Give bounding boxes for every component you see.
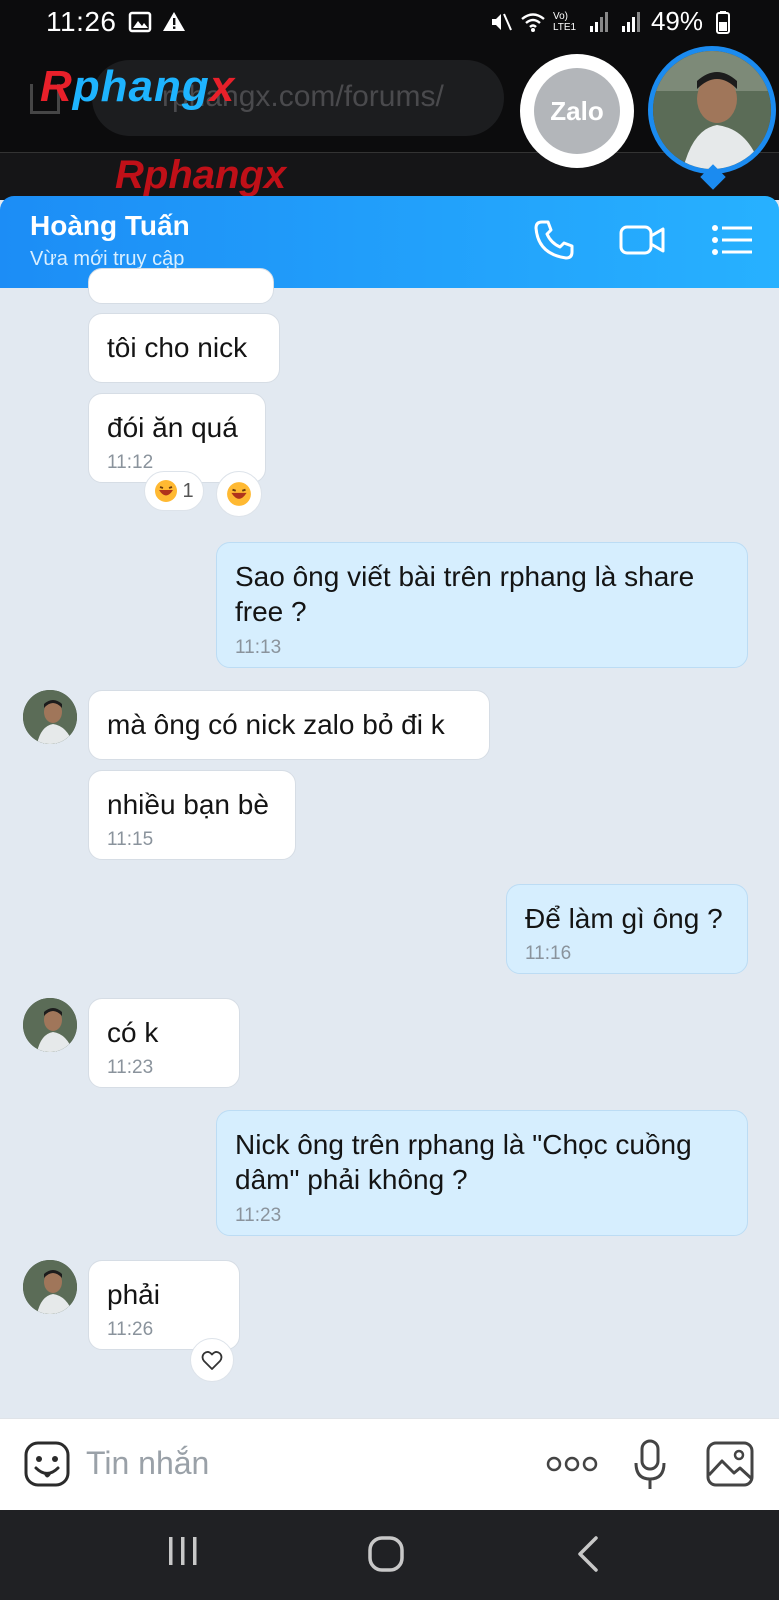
volte-label: Vo) LTE1 [552,10,577,33]
laugh-emoji-icon [155,480,178,502]
laugh-emoji-icon [227,482,251,506]
gallery-notification-icon [128,11,152,33]
reaction-summary[interactable]: 1 [144,471,204,511]
zalo-bubble-head[interactable]: Zalo [520,54,634,168]
message-text: phải [107,1279,160,1310]
message-text: đói ăn quá [107,412,238,443]
message-time: 11:16 [525,943,572,964]
system-navigation-bar [0,1510,779,1600]
contact-avatar[interactable] [23,1260,77,1314]
message-time: 11:23 [235,1205,282,1226]
contact-avatar[interactable] [23,690,77,744]
site-logo-secondary: Rphangx [115,153,287,197]
react-heart-button[interactable] [190,1338,234,1382]
battery-icon [716,10,730,34]
recent-apps-icon[interactable] [166,1534,200,1568]
message-bubble-outgoing[interactable]: Nick ông trên rphang là "Chọc cuồng dâm"… [216,1110,748,1236]
message-text: tôi cho nick [107,332,248,363]
message-bubble-partial[interactable] [88,268,274,304]
contact-bubble-head[interactable] [648,46,776,174]
status-right: Vo) LTE1 49% [489,6,735,37]
message-time: 11:15 [107,829,154,850]
message-text: có k [107,1017,159,1048]
more-options-icon[interactable] [546,1453,598,1475]
message-bubble-incoming[interactable]: nhiều bạn bè 11:15 [88,770,296,860]
message-text-line1: Nick ông trên rphang là "Chọc cuồng [235,1129,692,1160]
status-bar: 11:26 Vo) LTE1 49% [0,0,779,48]
message-bubble-incoming[interactable]: đói ăn quá 11:12 [88,393,266,483]
message-time: 11:13 [235,637,282,658]
heart-icon [201,1351,223,1370]
message-text: nhiều bạn bè [107,789,269,820]
message-bubble-incoming[interactable]: có k 11:23 [88,998,240,1088]
message-bubble-outgoing[interactable]: Sao ông viết bài trên rphang là share fr… [216,542,748,668]
avatar-photo [23,998,77,1052]
message-input[interactable]: Tin nhắn [86,1445,209,1482]
wifi-icon [521,12,545,32]
message-input-bar: Tin nhắn [0,1418,779,1510]
battery-percent: 49% [650,6,703,36]
message-time: 11:26 [107,1319,154,1340]
message-bubble-incoming[interactable]: tôi cho nick [88,313,280,383]
warning-notification-icon [163,12,185,31]
menu-list-icon[interactable] [708,216,756,264]
message-time: 11:12 [107,452,154,473]
contact-name[interactable]: Hoàng Tuấn [30,210,190,242]
message-text: Để làm gì ông ? [525,903,723,934]
signal-icon-1 [589,11,608,32]
zalo-logo: Zalo [534,68,620,154]
site-logo: Rphangx [40,62,236,111]
avatar-photo [23,690,77,744]
react-button[interactable] [216,471,262,517]
contact-photo [653,51,771,169]
message-time: 11:23 [107,1057,154,1078]
notification-icons [128,10,186,34]
reaction-count: 1 [182,479,194,502]
message-bubble-outgoing[interactable]: Để làm gì ông ? 11:16 [506,884,748,974]
message-text-line1: Sao ông viết bài trên rphang là share [235,561,695,592]
status-time: 11:26 [46,6,117,37]
signal-icon-2 [621,11,640,32]
message-text-line2: free ? [235,596,307,627]
sticker-icon[interactable] [24,1441,70,1487]
back-icon[interactable] [574,1534,602,1574]
video-call-icon[interactable] [618,216,666,264]
message-list[interactable]: tôi cho nick đói ăn quá 11:12 1 Sao ông … [0,268,779,1418]
voice-call-icon[interactable] [530,216,578,264]
contact-avatar[interactable] [23,998,77,1052]
message-text: mà ông có nick zalo bỏ đi k [107,709,445,740]
microphone-icon[interactable] [632,1439,668,1491]
avatar-photo [23,1260,77,1314]
mute-icon [491,13,512,30]
background-site-nav: Rphangx [0,152,779,200]
message-bubble-incoming[interactable]: mà ông có nick zalo bỏ đi k [88,690,490,760]
message-bubble-incoming[interactable]: phải 11:26 [88,1260,240,1350]
message-text-line2: dâm" phải không ? [235,1164,468,1195]
home-button-icon[interactable] [366,1534,406,1574]
image-icon[interactable] [706,1441,754,1487]
